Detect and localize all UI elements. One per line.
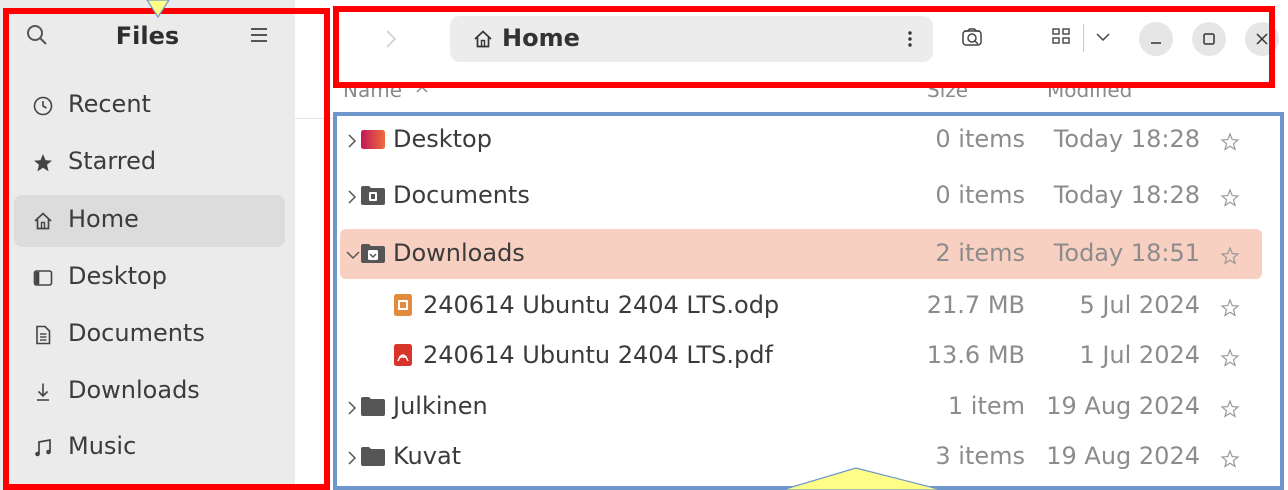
callout-pointer-top [146, 0, 170, 19]
callout-pointer-bottom [781, 467, 943, 490]
annotation-box-sidebar [3, 8, 330, 490]
annotation-box-filelist [333, 112, 1284, 490]
annotation-box-header [333, 6, 1275, 88]
